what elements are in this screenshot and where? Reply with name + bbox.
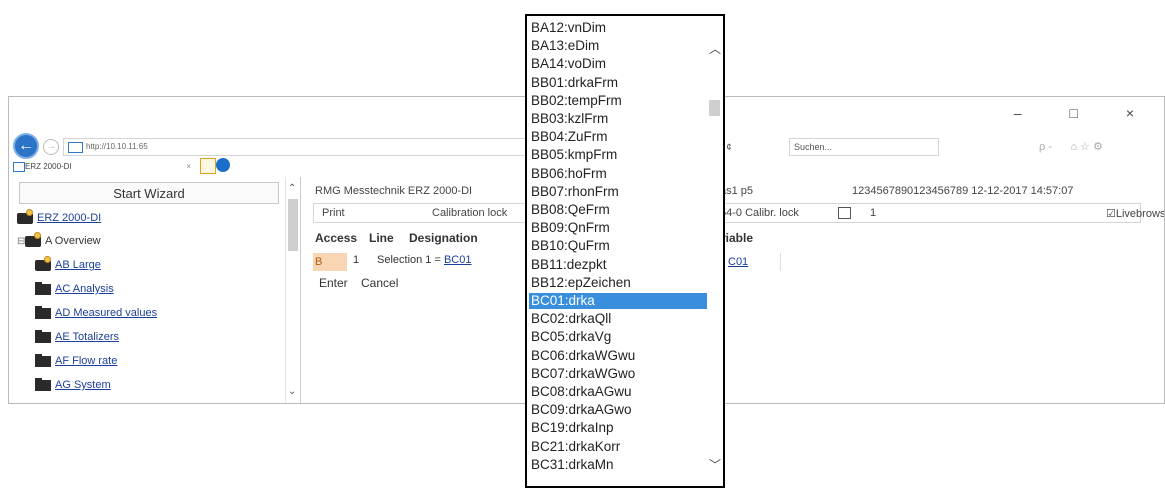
address-url: http://10.10.11.65 xyxy=(86,142,148,151)
count-value: 1 xyxy=(870,207,877,219)
dropdown-option[interactable]: BB12:epZeichen xyxy=(529,275,707,291)
dropdown-option[interactable]: BA12:vnDim xyxy=(529,20,707,36)
dropdown-option[interactable]: BC06:drkaWGwu xyxy=(529,348,707,364)
dropdown-option[interactable]: BB08:QeFrm xyxy=(529,202,707,218)
sidebar-scrollbar[interactable]: ⌃ ⌄ xyxy=(285,177,300,403)
key-folder-icon xyxy=(25,231,41,247)
dropdown-list[interactable]: BA12:vnDim BA13:eDim BA14:voDim BB01:drkaFr… xyxy=(525,14,725,488)
dropdown-option[interactable]: BB01:drkaFrm xyxy=(529,75,707,91)
dropdown-option[interactable]: BB04:ZuFrm xyxy=(529,129,707,145)
access-cell[interactable]: B xyxy=(313,253,347,271)
tree-item-ag[interactable]: AG System xyxy=(35,376,111,394)
dropdown-scrollbar[interactable]: ︿ ﹀ xyxy=(707,16,723,486)
col-access: Access xyxy=(315,231,358,245)
scroll-thumb[interactable] xyxy=(288,199,298,251)
variable-link[interactable]: C01 xyxy=(728,256,748,268)
folder-icon xyxy=(35,377,51,391)
refresh-button[interactable]: - ¢ xyxy=(721,138,781,156)
designation-cell: Selection 1 = BC01 xyxy=(377,254,472,266)
page-icon xyxy=(68,142,83,153)
main-panel: RMG Messtechnik ERZ 2000-DI as1 p5 12345… xyxy=(303,177,1164,403)
dropdown-option[interactable]: BA13:eDim xyxy=(529,38,707,54)
sidebar: Start Wizard ⌃ ⌄ ERZ 2000-DI ⊟ A Overview… xyxy=(9,177,301,403)
tab-title: ERZ 2000-DI xyxy=(25,162,72,171)
tree-item-overview[interactable]: ⊟ A Overview xyxy=(17,231,101,251)
tab-close-icon[interactable]: × xyxy=(186,159,191,175)
search-icon[interactable]: ρ - xyxy=(1039,141,1052,153)
dropdown-option[interactable]: BB07:rhonFrm xyxy=(529,184,707,200)
folder-icon xyxy=(35,353,51,367)
tree-item-ad[interactable]: AD Measured values xyxy=(35,304,157,322)
header-status: 1234567890123456789 12-12-2017 14:57:07 xyxy=(852,185,1074,197)
dropdown-option[interactable]: BC08:drkaAGwu xyxy=(529,384,707,400)
dropdown-option[interactable]: BC02:drkaQll xyxy=(529,311,707,327)
page-icon xyxy=(13,162,25,172)
key-folder-icon xyxy=(35,255,51,271)
cancel-button[interactable]: Cancel xyxy=(361,276,398,290)
enter-button[interactable]: Enter xyxy=(319,276,348,290)
back-button[interactable]: ← xyxy=(13,133,39,159)
dropdown-option[interactable]: BB02:tempFrm xyxy=(529,93,707,109)
copy-icon[interactable] xyxy=(838,207,851,219)
dropdown-option[interactable]: BC07:drkaWGwo xyxy=(529,366,707,382)
calibration-lock-label: Calibration lock xyxy=(432,207,508,219)
chevron-down-icon[interactable]: ﹀ xyxy=(709,456,721,473)
scroll-up-icon[interactable]: ⌃ xyxy=(288,183,296,194)
livebrowser-checkbox[interactable]: ☑Livebrowser xyxy=(1106,207,1164,220)
dropdown-option[interactable]: BC31:drkaMn xyxy=(529,457,707,473)
forward-button[interactable]: → xyxy=(43,139,59,155)
address-bar[interactable]: http://10.10.11.65 xyxy=(63,138,563,156)
line-cell: 1 xyxy=(353,254,360,266)
ie-logo-icon xyxy=(216,158,230,172)
dropdown-option[interactable]: BC19:drkaInp xyxy=(529,420,707,436)
tab-erz[interactable]: ERZ 2000-DI × xyxy=(11,159,199,175)
folder-icon xyxy=(35,305,51,319)
device-title: RMG Messtechnik ERZ 2000-DI xyxy=(315,185,473,197)
variable-cell: C01 xyxy=(721,253,781,271)
scroll-thumb[interactable] xyxy=(709,100,720,116)
dropdown-option[interactable]: BC21:drkaKorr xyxy=(529,439,707,455)
search-input[interactable]: Suchen... xyxy=(789,138,939,156)
calibration-lock-value: 54-0 Calibr. lock xyxy=(720,207,799,219)
new-tab-icon[interactable] xyxy=(200,158,216,174)
dropdown-option[interactable]: BC09:drkaAGwo xyxy=(529,402,707,418)
dropdown-option[interactable]: BB05:kmpFrm xyxy=(529,147,707,163)
scroll-down-icon[interactable]: ⌄ xyxy=(288,386,296,397)
collapse-icon[interactable]: ⊟ xyxy=(17,233,25,251)
dropdown-option[interactable]: BB03:kzlFrm xyxy=(529,111,707,127)
chevron-up-icon[interactable]: ︿ xyxy=(709,40,721,57)
col-variable: riable xyxy=(721,231,754,245)
folder-icon xyxy=(35,329,51,343)
window-controls[interactable]: – □ × xyxy=(1014,105,1156,121)
designation-link[interactable]: BC01 xyxy=(444,254,472,266)
dropdown-option[interactable]: BB06:hoFrm xyxy=(529,166,707,182)
dropdown-option[interactable]: BC01:drka xyxy=(529,293,707,309)
dropdown-option[interactable]: BC05:drkaVg xyxy=(529,329,707,345)
print-button[interactable]: Print xyxy=(322,207,345,219)
folder-icon xyxy=(35,281,51,295)
tree-item-ae[interactable]: AE Totalizers xyxy=(35,328,119,346)
start-wizard-button[interactable]: Start Wizard xyxy=(19,182,279,204)
dropdown-option[interactable]: BB11:dezpkt xyxy=(529,257,707,273)
dropdown-option[interactable]: BB09:QnFrm xyxy=(529,220,707,236)
dropdown-option[interactable]: BA14:voDim xyxy=(529,56,707,72)
action-bar: Print Calibration lock 54-0 Calibr. lock… xyxy=(313,203,1164,223)
tree-item-erz[interactable]: ERZ 2000-DI xyxy=(17,208,101,227)
tree-item-ac[interactable]: AC Analysis xyxy=(35,280,114,298)
tree-item-af[interactable]: AF Flow rate xyxy=(35,352,117,370)
col-designation: Designation xyxy=(409,231,478,245)
key-folder-icon xyxy=(17,208,33,224)
col-line: Line xyxy=(369,231,394,245)
home-star-gear-icons[interactable]: ⌂ ☆ ⚙ xyxy=(1070,141,1102,153)
toolbar-icons[interactable]: ρ - ⌂ ☆ ⚙ xyxy=(1039,138,1164,156)
tree-item-ab[interactable]: AB Large xyxy=(35,255,101,274)
dropdown-option[interactable]: BB10:QuFrm xyxy=(529,238,707,254)
